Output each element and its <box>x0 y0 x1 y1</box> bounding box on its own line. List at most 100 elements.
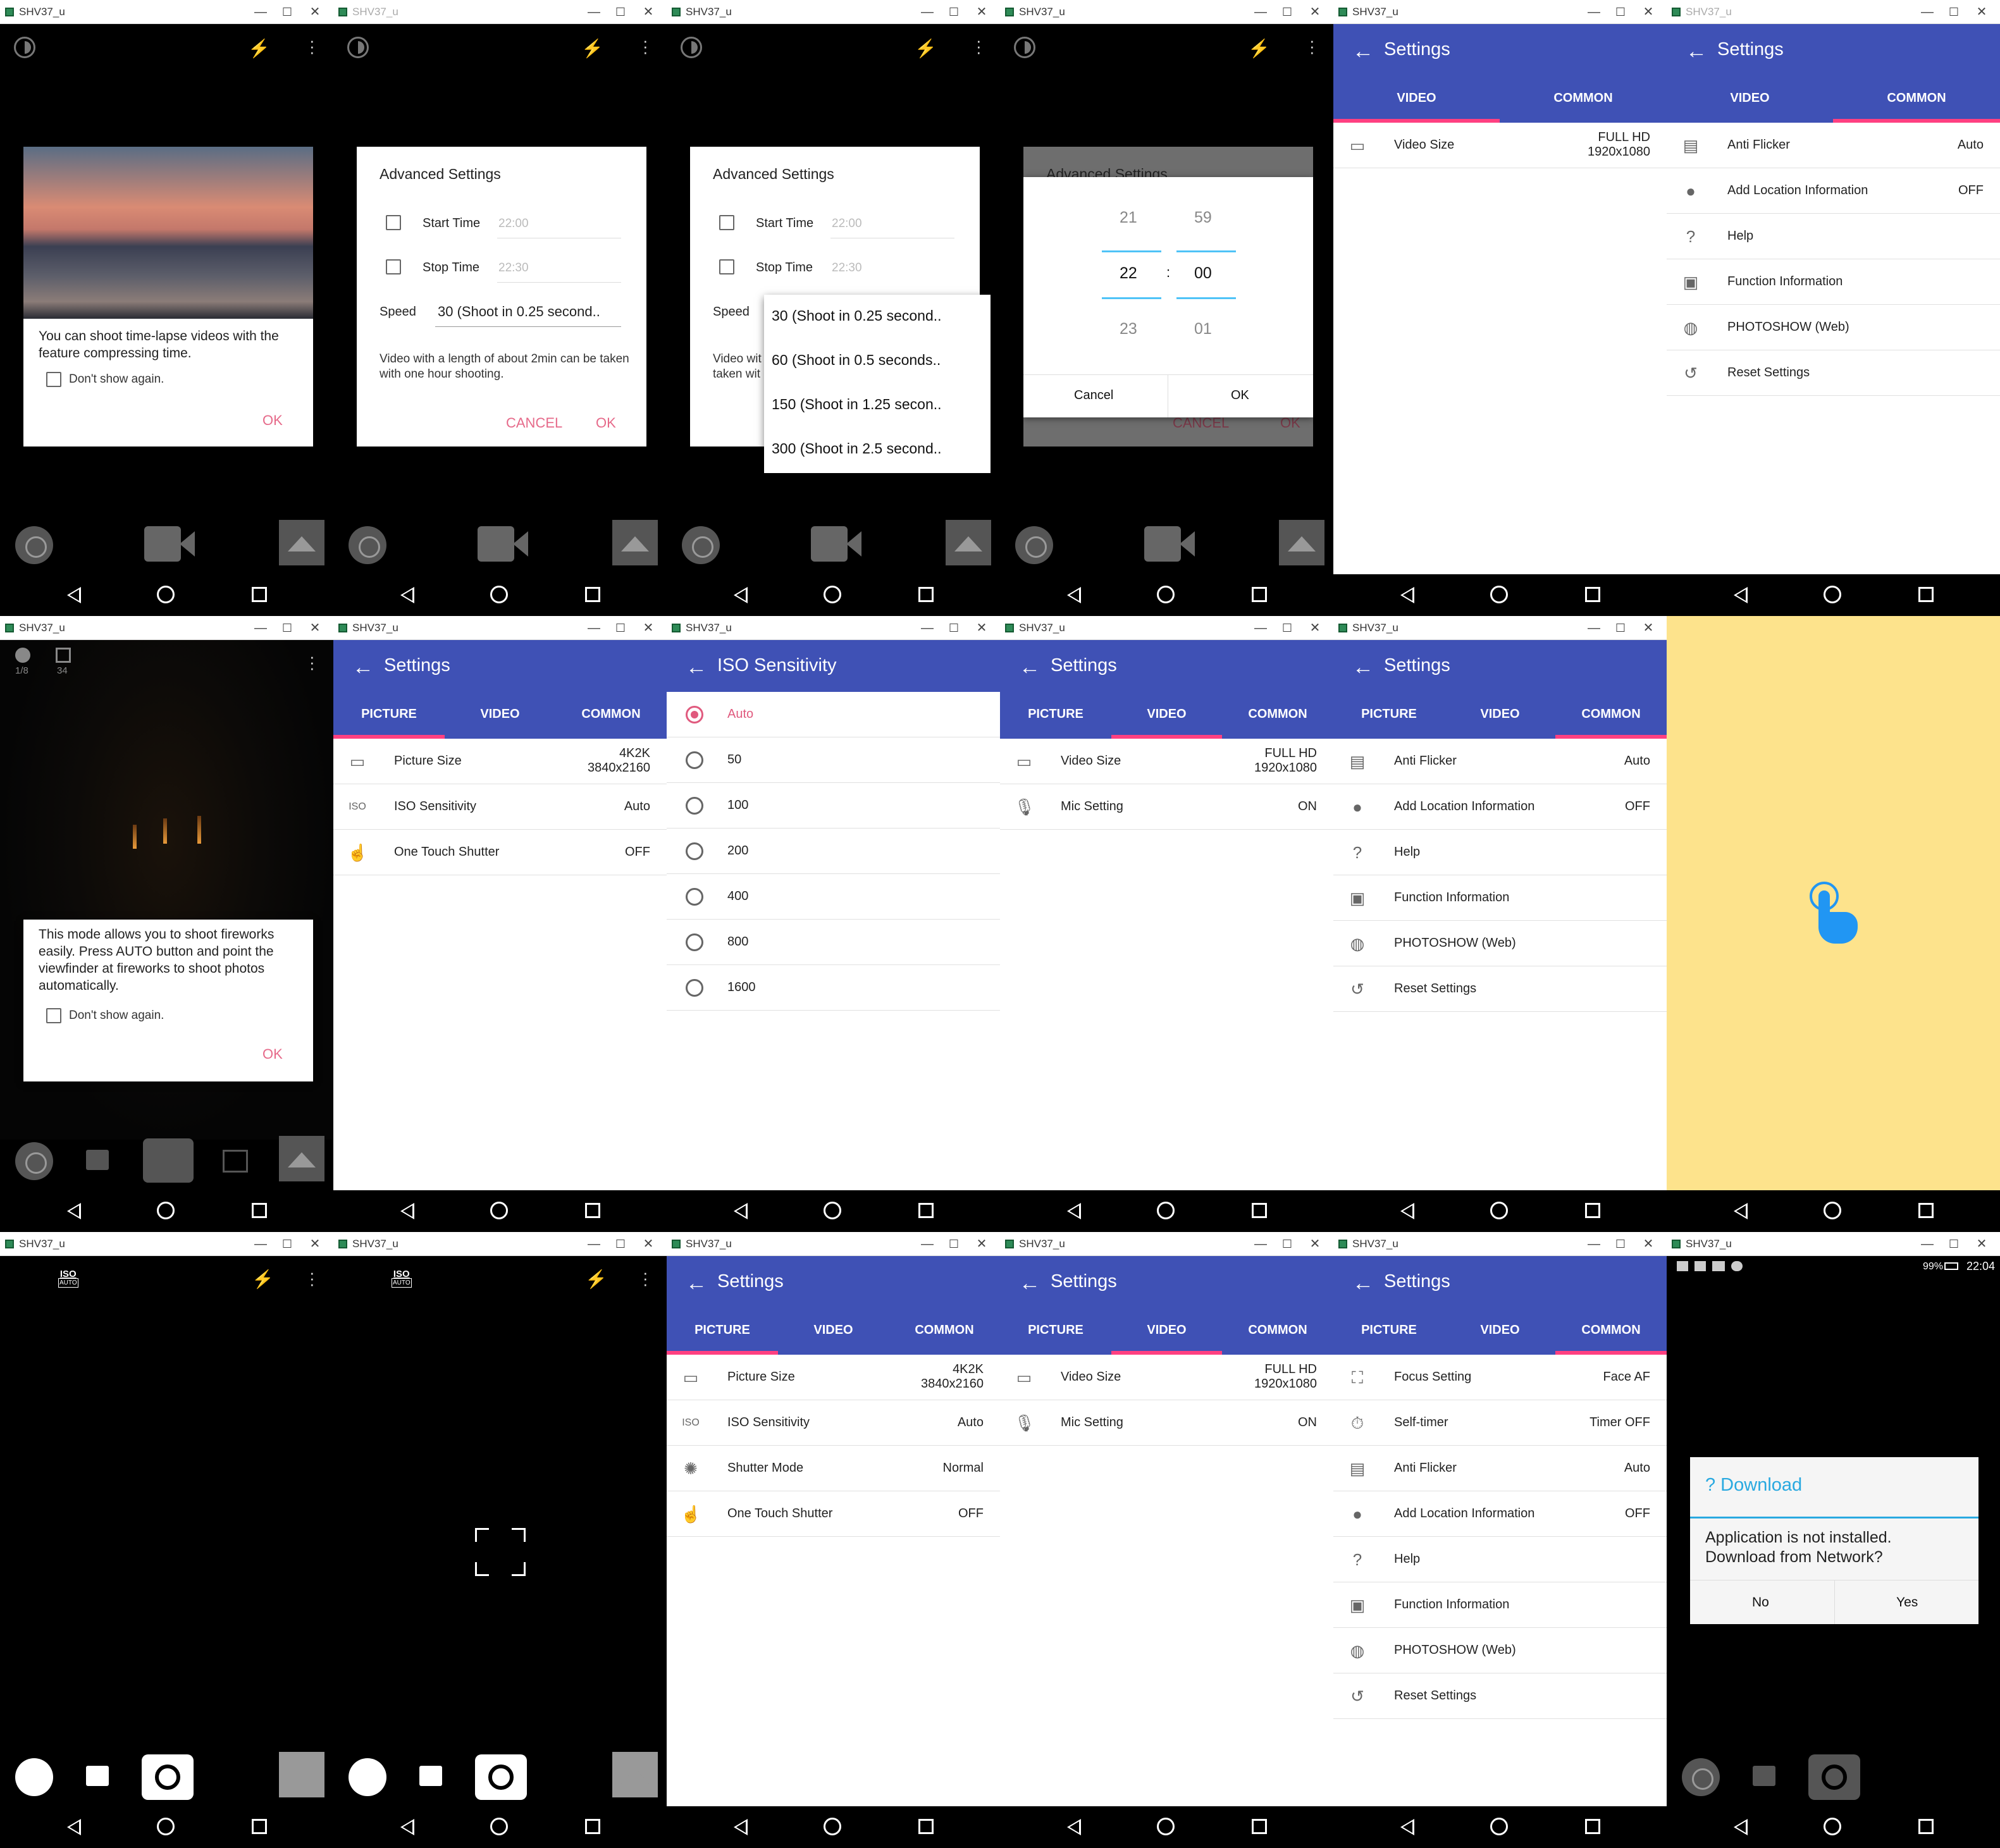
flash-auto-icon[interactable]: ⚡ <box>585 1269 607 1290</box>
minimize-button[interactable]: — <box>1251 3 1270 21</box>
close-button[interactable]: ✕ <box>972 1235 991 1253</box>
home-icon[interactable] <box>1157 1202 1176 1221</box>
setting-row-video-size[interactable]: ▭ Video Size FULL HD 1920x1080 <box>1000 1355 1333 1400</box>
mode-toggle-icon[interactable] <box>15 1758 53 1796</box>
tab-picture[interactable]: PICTURE <box>333 689 445 739</box>
cancel-button[interactable]: Cancel <box>1074 388 1113 403</box>
recents-icon[interactable] <box>584 1818 603 1837</box>
maximize-button[interactable]: ☐ <box>611 3 630 21</box>
back-arrow-icon[interactable]: ← <box>1352 40 1374 62</box>
dont-show-checkbox[interactable] <box>46 372 61 387</box>
close-button[interactable]: ✕ <box>1639 619 1658 637</box>
close-button[interactable]: ✕ <box>306 3 324 21</box>
gallery-icon[interactable] <box>612 1752 658 1797</box>
close-button[interactable]: ✕ <box>1972 1235 1991 1253</box>
back-icon[interactable] <box>66 586 85 605</box>
back-icon[interactable] <box>732 1202 751 1221</box>
recents-icon[interactable] <box>917 1202 936 1221</box>
timelapse-icon[interactable] <box>349 526 386 564</box>
setting-row-photoshow[interactable]: ◍ PHOTOSHOW (Web) <box>1333 1628 1667 1673</box>
more-options-icon[interactable]: · · · <box>309 1264 315 1292</box>
more-options-icon[interactable]: · · · <box>309 32 315 60</box>
close-button[interactable]: ✕ <box>1306 3 1324 21</box>
tab-common[interactable]: COMMON <box>1222 1305 1333 1355</box>
speed-option[interactable]: 150 (Shoot in 1.25 secon.. <box>772 396 942 413</box>
maximize-button[interactable]: ☐ <box>1611 619 1630 637</box>
setting-row-picture-size[interactable]: ▭ Picture Size 4K2K 3840x2160 <box>667 1355 1000 1400</box>
recents-icon[interactable] <box>1917 1202 1936 1221</box>
setting-row-anti-flicker[interactable]: ▤ Anti Flicker Auto <box>1667 123 2000 168</box>
timelapse-icon[interactable] <box>682 526 720 564</box>
video-icon[interactable] <box>86 1150 109 1170</box>
minimize-button[interactable]: — <box>918 3 937 21</box>
burst-off-icon[interactable] <box>223 1150 248 1173</box>
recents-icon[interactable] <box>1584 1818 1603 1837</box>
video-record-icon[interactable] <box>478 526 528 562</box>
back-arrow-icon[interactable]: ← <box>352 656 374 678</box>
dont-show-checkbox[interactable] <box>46 1008 61 1023</box>
gallery-icon[interactable] <box>279 1136 324 1181</box>
back-arrow-icon[interactable]: ← <box>1352 656 1374 678</box>
flash-auto-icon[interactable]: ⚡ <box>252 1269 274 1290</box>
minimize-button[interactable]: — <box>584 3 603 21</box>
tab-video[interactable]: VIDEO <box>1333 73 1500 123</box>
iso-option-row[interactable]: 100 <box>667 783 1000 829</box>
mode-icon[interactable] <box>347 37 369 58</box>
setting-row-one-touch[interactable]: ☝ One Touch Shutter OFF <box>333 830 667 875</box>
maximize-button[interactable]: ☐ <box>944 3 963 21</box>
setting-row-mic[interactable]: 🎙 Mic Setting ON <box>1000 784 1333 830</box>
iso-auto-icon[interactable]: ISO AUTO <box>58 1269 78 1288</box>
minute-prev[interactable]: 59 <box>1194 209 1212 227</box>
stop-time-value[interactable]: 22:30 <box>498 261 529 275</box>
radio-button[interactable] <box>686 979 703 997</box>
tab-video[interactable]: VIDEO <box>1667 73 1833 123</box>
back-arrow-icon[interactable]: ← <box>1019 656 1040 678</box>
setting-row-reset[interactable]: ↺ Reset Settings <box>1667 350 2000 396</box>
minimize-button[interactable]: — <box>1918 3 1937 21</box>
home-icon[interactable] <box>490 586 509 605</box>
speed-select[interactable]: 30 (Shoot in 0.25 second.. <box>438 304 600 320</box>
no-button[interactable]: No <box>1752 1595 1769 1610</box>
cancel-button[interactable]: CANCEL <box>506 415 562 431</box>
tab-picture[interactable]: PICTURE <box>1000 689 1111 739</box>
setting-row-iso[interactable]: ISO ISO Sensitivity Auto <box>667 1400 1000 1446</box>
tab-video[interactable]: VIDEO <box>778 1305 889 1355</box>
radio-button[interactable] <box>686 797 703 815</box>
back-icon[interactable] <box>1399 586 1418 605</box>
back-icon[interactable] <box>1399 1202 1418 1221</box>
back-icon[interactable] <box>732 586 751 605</box>
ok-button[interactable]: OK <box>262 412 283 429</box>
setting-row-help[interactable]: ? Help <box>1667 214 2000 259</box>
radio-button[interactable] <box>686 888 703 906</box>
iso-option-row[interactable]: Auto <box>667 692 1000 737</box>
more-options-icon[interactable]: · · · <box>1309 32 1315 60</box>
recents-icon[interactable] <box>917 586 936 605</box>
speed-option[interactable]: 300 (Shoot in 2.5 second.. <box>772 440 942 457</box>
home-icon[interactable] <box>157 1202 176 1221</box>
video-record-icon[interactable] <box>144 526 195 562</box>
stop-time-checkbox[interactable] <box>719 259 734 274</box>
mode-icon[interactable] <box>1014 37 1035 58</box>
tab-common[interactable]: COMMON <box>1833 73 2000 123</box>
ok-button[interactable]: OK <box>1231 388 1249 403</box>
back-icon[interactable] <box>66 1202 85 1221</box>
stop-time-checkbox[interactable] <box>386 259 401 274</box>
setting-row-reset[interactable]: ↺ Reset Settings <box>1333 1673 1667 1719</box>
flash-off-icon[interactable]: ⚡ <box>915 38 937 59</box>
hour-next[interactable]: 23 <box>1120 320 1137 338</box>
setting-row-location[interactable]: ● Add Location Information OFF <box>1667 168 2000 214</box>
back-icon[interactable] <box>1066 1818 1085 1837</box>
gallery-icon[interactable] <box>946 520 991 565</box>
flash-off-icon[interactable]: ⚡ <box>248 38 270 59</box>
back-icon[interactable] <box>399 1818 418 1837</box>
setting-row-function-info[interactable]: ▣ Function Information <box>1333 1582 1667 1628</box>
more-options-icon[interactable]: · · · <box>976 32 982 60</box>
recents-icon[interactable] <box>1584 586 1603 605</box>
maximize-button[interactable]: ☐ <box>1611 1235 1630 1253</box>
video-icon[interactable] <box>1753 1766 1775 1786</box>
maximize-button[interactable]: ☐ <box>278 3 297 21</box>
close-button[interactable]: ✕ <box>972 3 991 21</box>
setting-row-iso[interactable]: ISO ISO Sensitivity Auto <box>333 784 667 830</box>
back-arrow-icon[interactable]: ← <box>1686 40 1707 62</box>
tab-picture[interactable]: PICTURE <box>667 1305 778 1355</box>
